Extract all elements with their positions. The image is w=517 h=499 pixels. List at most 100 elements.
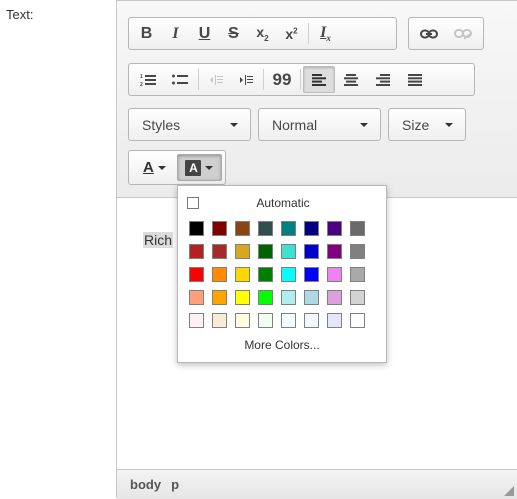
justify-button[interactable] (399, 66, 431, 93)
color-swatch-fill (327, 290, 342, 305)
color-swatch-fill (304, 221, 319, 236)
element-path-body[interactable]: body (130, 477, 161, 492)
indent-icon (240, 74, 253, 85)
color-swatch-fill (327, 221, 342, 236)
color-swatch[interactable] (277, 286, 300, 309)
align-center-button[interactable] (335, 66, 367, 93)
color-swatch[interactable] (231, 217, 254, 240)
underline-button[interactable]: U (190, 20, 219, 47)
color-swatch[interactable] (208, 240, 231, 263)
blockquote-button[interactable]: 99 (266, 66, 298, 93)
color-swatch[interactable] (300, 240, 323, 263)
color-swatch[interactable] (231, 286, 254, 309)
align-right-icon (376, 73, 390, 86)
color-grid (185, 217, 369, 332)
color-swatch[interactable] (346, 240, 369, 263)
color-swatch-fill (350, 290, 365, 305)
color-swatch-fill (235, 290, 250, 305)
color-swatch[interactable] (323, 217, 346, 240)
bulleted-list-button[interactable] (164, 66, 196, 93)
strikethrough-icon: S (228, 24, 239, 42)
size-dropdown[interactable]: Size (388, 108, 466, 141)
color-swatch[interactable] (323, 286, 346, 309)
color-swatch[interactable] (254, 309, 277, 332)
underline-icon: U (198, 24, 211, 42)
background-color-button[interactable]: A (176, 154, 222, 181)
color-swatch[interactable] (185, 286, 208, 309)
color-swatch[interactable] (231, 309, 254, 332)
remove-format-icon: Ix (320, 23, 331, 44)
color-swatch[interactable] (208, 286, 231, 309)
color-swatch[interactable] (231, 263, 254, 286)
color-swatch[interactable] (231, 240, 254, 263)
bold-button[interactable]: B (132, 20, 161, 47)
color-swatch[interactable] (300, 286, 323, 309)
styles-dropdown[interactable]: Styles (128, 108, 251, 141)
automatic-color-option[interactable]: Automatic (187, 195, 379, 211)
color-swatch[interactable] (346, 263, 369, 286)
color-swatch[interactable] (185, 240, 208, 263)
subscript-icon: x2 (256, 24, 269, 43)
text-color-button[interactable]: A (132, 154, 177, 181)
color-swatch[interactable] (254, 263, 277, 286)
color-swatch-fill (235, 221, 250, 236)
toolbar-separator (300, 69, 301, 90)
color-swatch-fill (281, 244, 296, 259)
numbered-list-button[interactable]: 1 2 (132, 66, 164, 93)
color-swatch[interactable] (185, 263, 208, 286)
superscript-button[interactable]: x2 (277, 20, 306, 47)
color-swatch[interactable] (300, 217, 323, 240)
remove-format-button[interactable]: Ix (311, 20, 340, 47)
color-swatch[interactable] (346, 286, 369, 309)
color-swatch-fill (258, 290, 273, 305)
color-swatch[interactable] (300, 263, 323, 286)
color-swatch[interactable] (254, 240, 277, 263)
align-left-button[interactable] (303, 66, 335, 93)
color-swatch[interactable] (277, 217, 300, 240)
color-swatch[interactable] (185, 309, 208, 332)
color-swatch[interactable] (254, 217, 277, 240)
format-dropdown[interactable]: Normal (258, 108, 381, 141)
outdent-icon (210, 74, 223, 85)
color-swatch-fill (281, 290, 296, 305)
color-swatch[interactable] (208, 263, 231, 286)
italic-button[interactable]: I (161, 20, 190, 47)
unlink-button[interactable] (446, 20, 480, 47)
color-swatch-fill (212, 290, 227, 305)
color-swatch[interactable] (346, 309, 369, 332)
indent-button[interactable] (231, 66, 261, 93)
toolbar-separator (198, 69, 199, 90)
strikethrough-button[interactable]: S (219, 20, 248, 47)
color-swatch[interactable] (346, 217, 369, 240)
svg-text:1: 1 (140, 74, 143, 80)
outdent-button[interactable] (201, 66, 231, 93)
more-colors-link[interactable]: More Colors... (178, 338, 386, 352)
justify-icon (408, 73, 422, 86)
color-swatch[interactable] (208, 309, 231, 332)
color-swatch[interactable] (185, 217, 208, 240)
editor-statusbar: body p (117, 469, 517, 499)
color-swatch[interactable] (323, 309, 346, 332)
link-button[interactable] (412, 20, 446, 47)
background-color-icon: A (185, 159, 202, 176)
color-swatch-fill (189, 221, 204, 236)
align-right-button[interactable] (367, 66, 399, 93)
automatic-color-label: Automatic (256, 196, 310, 210)
color-swatch[interactable] (254, 286, 277, 309)
element-path-p[interactable]: p (171, 477, 179, 492)
background-color-panel: Automatic More Colors... (177, 185, 387, 363)
color-swatch-fill (235, 267, 250, 282)
resize-handle[interactable] (504, 486, 514, 496)
color-swatch[interactable] (277, 263, 300, 286)
color-swatch-fill (327, 313, 342, 328)
color-swatch[interactable] (208, 217, 231, 240)
color-swatch[interactable] (277, 240, 300, 263)
color-swatch[interactable] (323, 240, 346, 263)
italic-icon: I (172, 24, 179, 42)
color-swatch-fill (212, 244, 227, 259)
subscript-button[interactable]: x2 (248, 20, 277, 47)
color-swatch[interactable] (323, 263, 346, 286)
paragraph-group: 1 2 99 (128, 63, 475, 96)
color-swatch[interactable] (277, 309, 300, 332)
color-swatch[interactable] (300, 309, 323, 332)
